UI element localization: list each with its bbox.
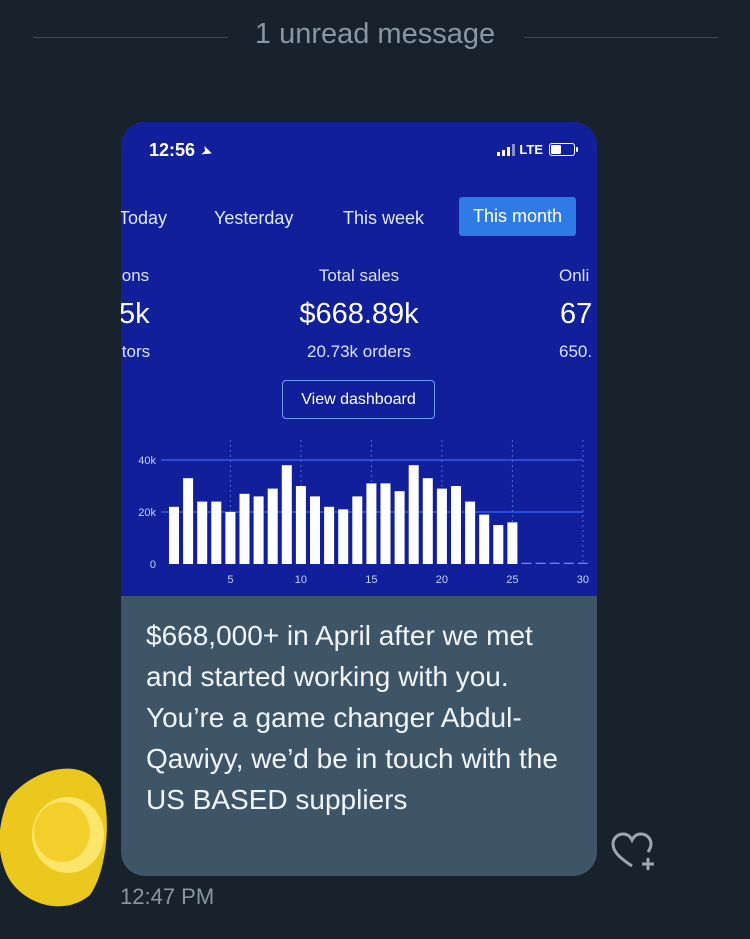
chart-bar (563, 562, 574, 564)
chart-bar (465, 501, 476, 564)
chart-bar (183, 478, 194, 564)
message-timestamp: 12:47 PM (120, 884, 215, 909)
y-tick-label: 0 (150, 559, 156, 571)
chart-bar (380, 483, 391, 564)
chart-bar (436, 488, 447, 564)
chart-bar (479, 514, 490, 564)
chart-bar (267, 488, 278, 564)
chart-bar (338, 509, 349, 564)
chart-bar (493, 525, 504, 564)
x-tick-label: 25 (506, 574, 518, 586)
unread-label: 1 unread message (244, 18, 506, 50)
chart-bar (253, 496, 264, 564)
unread-divider: 1 unread message (0, 16, 750, 56)
chart-bar (366, 483, 377, 564)
sales-bar-chart: 0 20k 40k 5 10 15 20 25 30 (138, 440, 589, 586)
redacted-avatar (0, 768, 107, 907)
x-tick-label: 30 (577, 574, 589, 586)
chart-bar (281, 465, 292, 564)
chart-bar (324, 506, 335, 564)
y-tick-label: 20k (138, 507, 156, 519)
message-bubble[interactable]: 12:56 ➤ LTE Today Yesterday This week Thi… (121, 122, 597, 876)
chart-bar (310, 496, 320, 564)
x-tick-label: 5 (227, 574, 233, 586)
chart-bar (394, 491, 405, 564)
x-tick-label: 10 (295, 574, 307, 586)
chart-bar (451, 486, 461, 564)
chart-bar (408, 465, 419, 564)
chart-bar (169, 506, 179, 564)
chart-bar (239, 493, 250, 564)
chart-bar (352, 496, 363, 564)
chart-bar (549, 562, 560, 564)
attached-screenshot[interactable]: 12:56 ➤ LTE Today Yesterday This week Thi… (121, 122, 597, 596)
chart-bar (197, 501, 208, 564)
chart-bar (577, 562, 588, 564)
chart-bar (225, 512, 236, 564)
y-tick-label: 40k (138, 455, 156, 467)
chart-bar (211, 501, 222, 564)
x-tick-label: 15 (365, 574, 377, 586)
add-reaction-heart-icon[interactable] (610, 832, 660, 872)
message-text: $668,000+ in April after we met and star… (146, 620, 558, 815)
chart-bar (422, 478, 433, 564)
chart-bar (535, 562, 546, 564)
chart-bar (507, 522, 518, 564)
chart-bar (521, 562, 532, 564)
chart-bar (295, 486, 306, 564)
x-tick-label: 20 (436, 574, 448, 586)
